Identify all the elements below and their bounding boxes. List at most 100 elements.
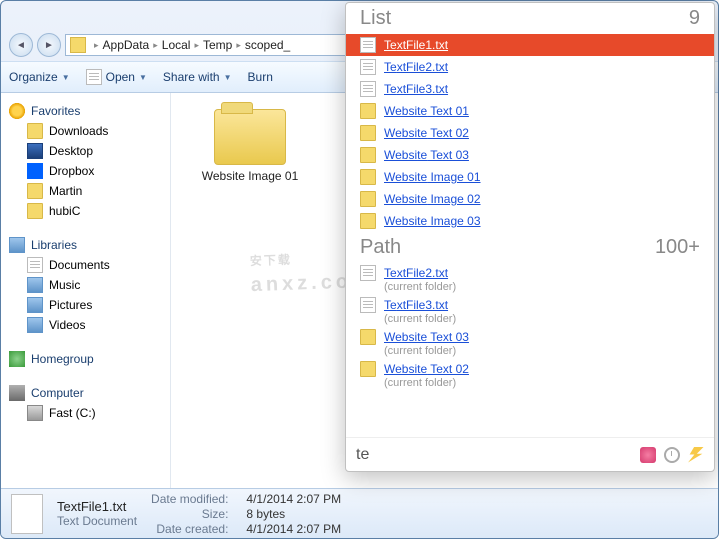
folder-icon — [27, 123, 43, 139]
crumb-part[interactable]: scoped_ — [245, 38, 290, 52]
search-input[interactable] — [356, 446, 632, 464]
list-row-label: Website Text 01 — [384, 104, 469, 118]
share-button[interactable]: Share with▼ — [163, 70, 232, 84]
back-button[interactable]: ◄ — [9, 33, 33, 57]
homegroup-group: Homegroup — [5, 349, 166, 369]
computer-group: Computer Fast (C:) — [5, 383, 166, 423]
search-bar — [346, 437, 714, 471]
path-results: TextFile2.txt(current folder)TextFile3.t… — [346, 263, 714, 391]
path-row[interactable]: TextFile2.txt(current folder) — [346, 263, 714, 295]
sidebar-item-documents[interactable]: Documents — [5, 255, 166, 275]
list-row[interactable]: Website Image 03 — [346, 210, 714, 232]
list-row-label: TextFile3.txt — [384, 82, 448, 96]
statusbar: TextFile1.txt Text Document Date modifie… — [1, 488, 718, 538]
sidebar-item-desktop[interactable]: Desktop — [5, 141, 166, 161]
sidebar-item-videos[interactable]: Videos — [5, 315, 166, 335]
folder-icon — [360, 191, 376, 207]
sidebar-item-downloads[interactable]: Downloads — [5, 121, 166, 141]
path-row-sub: (current folder) — [384, 313, 700, 325]
folder-icon — [214, 109, 286, 165]
folder-item[interactable]: Website Image 01 — [195, 109, 305, 199]
favorites-group: Favorites Downloads Desktop Dropbox Mart… — [5, 101, 166, 221]
path-row[interactable]: TextFile3.txt(current folder) — [346, 295, 714, 327]
libraries-group: Libraries Documents Music Pictures Video… — [5, 235, 166, 335]
list-row[interactable]: TextFile2.txt — [346, 56, 714, 78]
list-row[interactable]: Website Image 01 — [346, 166, 714, 188]
sidebar-item-pictures[interactable]: Pictures — [5, 295, 166, 315]
list-row[interactable]: Website Text 02 — [346, 122, 714, 144]
history-icon[interactable] — [664, 447, 680, 463]
folder-icon — [360, 213, 376, 229]
textfile-icon — [360, 59, 376, 75]
open-button[interactable]: Open▼ — [86, 69, 147, 85]
organize-button[interactable]: Organize▼ — [9, 70, 70, 84]
list-row[interactable]: Website Text 03 — [346, 144, 714, 166]
path-row-sub: (current folder) — [384, 281, 700, 293]
videos-icon — [27, 317, 43, 333]
sidebar-item-drive-c[interactable]: Fast (C:) — [5, 403, 166, 423]
homegroup-header[interactable]: Homegroup — [5, 349, 166, 369]
file-icon — [86, 69, 102, 85]
search-popup: List9 TextFile1.txtTextFile2.txtTextFile… — [345, 2, 715, 472]
homegroup-icon — [9, 351, 25, 367]
path-row-sub: (current folder) — [384, 377, 700, 389]
file-thumbnail — [11, 494, 43, 534]
folder-icon — [70, 37, 86, 53]
computer-header[interactable]: Computer — [5, 383, 166, 403]
list-row[interactable]: TextFile1.txt — [346, 34, 714, 56]
list-row[interactable]: TextFile3.txt — [346, 78, 714, 100]
sidebar-item-martin[interactable]: Martin — [5, 181, 166, 201]
actions-icon[interactable] — [688, 447, 704, 463]
list-row-label: Website Image 01 — [384, 170, 481, 184]
folder-icon — [27, 183, 43, 199]
music-icon — [27, 277, 43, 293]
desktop-icon — [27, 143, 43, 159]
favorites-icon[interactable] — [640, 447, 656, 463]
breadcrumb[interactable]: ▸AppData ▸Local ▸Temp ▸scoped_ — [90, 38, 290, 52]
status-filename: TextFile1.txt — [57, 499, 137, 514]
favorites-header[interactable]: Favorites — [5, 101, 166, 121]
list-row-label: TextFile2.txt — [384, 60, 448, 74]
forward-button[interactable]: ► — [37, 33, 61, 57]
computer-icon — [9, 385, 25, 401]
library-icon — [9, 237, 25, 253]
path-row-sub: (current folder) — [384, 345, 700, 357]
list-row-label: Website Image 02 — [384, 192, 481, 206]
folder-icon — [360, 125, 376, 141]
list-header: List9 — [346, 3, 714, 34]
path-header: Path100+ — [346, 232, 714, 263]
folder-icon — [360, 329, 376, 345]
crumb-part[interactable]: Temp — [203, 38, 232, 52]
path-row[interactable]: Website Text 02(current folder) — [346, 359, 714, 391]
sidebar: Favorites Downloads Desktop Dropbox Mart… — [1, 93, 171, 488]
pictures-icon — [27, 297, 43, 313]
list-row[interactable]: Website Text 01 — [346, 100, 714, 122]
document-icon — [27, 257, 43, 273]
sidebar-item-dropbox[interactable]: Dropbox — [5, 161, 166, 181]
list-results: TextFile1.txt TextFile2.txt TextFile3.txt W… — [346, 34, 714, 232]
crumb-part[interactable]: Local — [162, 38, 191, 52]
list-row[interactable]: Website Image 02 — [346, 188, 714, 210]
path-row-label: Website Text 02 — [384, 362, 469, 376]
folder-icon — [360, 103, 376, 119]
textfile-icon — [360, 37, 376, 53]
libraries-header[interactable]: Libraries — [5, 235, 166, 255]
crumb-part[interactable]: AppData — [103, 38, 150, 52]
drive-icon — [27, 405, 43, 421]
list-row-label: Website Text 03 — [384, 148, 469, 162]
list-row-label: Website Image 03 — [384, 214, 481, 228]
textfile-icon — [360, 265, 376, 281]
path-row-label: TextFile3.txt — [384, 298, 448, 312]
burn-button[interactable]: Burn — [248, 70, 273, 84]
dropbox-icon — [27, 163, 43, 179]
star-icon — [9, 103, 25, 119]
sidebar-item-music[interactable]: Music — [5, 275, 166, 295]
textfile-icon — [360, 297, 376, 313]
path-row-label: TextFile2.txt — [384, 266, 448, 280]
folder-icon — [360, 169, 376, 185]
textfile-icon — [360, 81, 376, 97]
folder-icon — [360, 361, 376, 377]
sidebar-item-hubic[interactable]: hubiC — [5, 201, 166, 221]
path-row-label: Website Text 03 — [384, 330, 469, 344]
path-row[interactable]: Website Text 03(current folder) — [346, 327, 714, 359]
